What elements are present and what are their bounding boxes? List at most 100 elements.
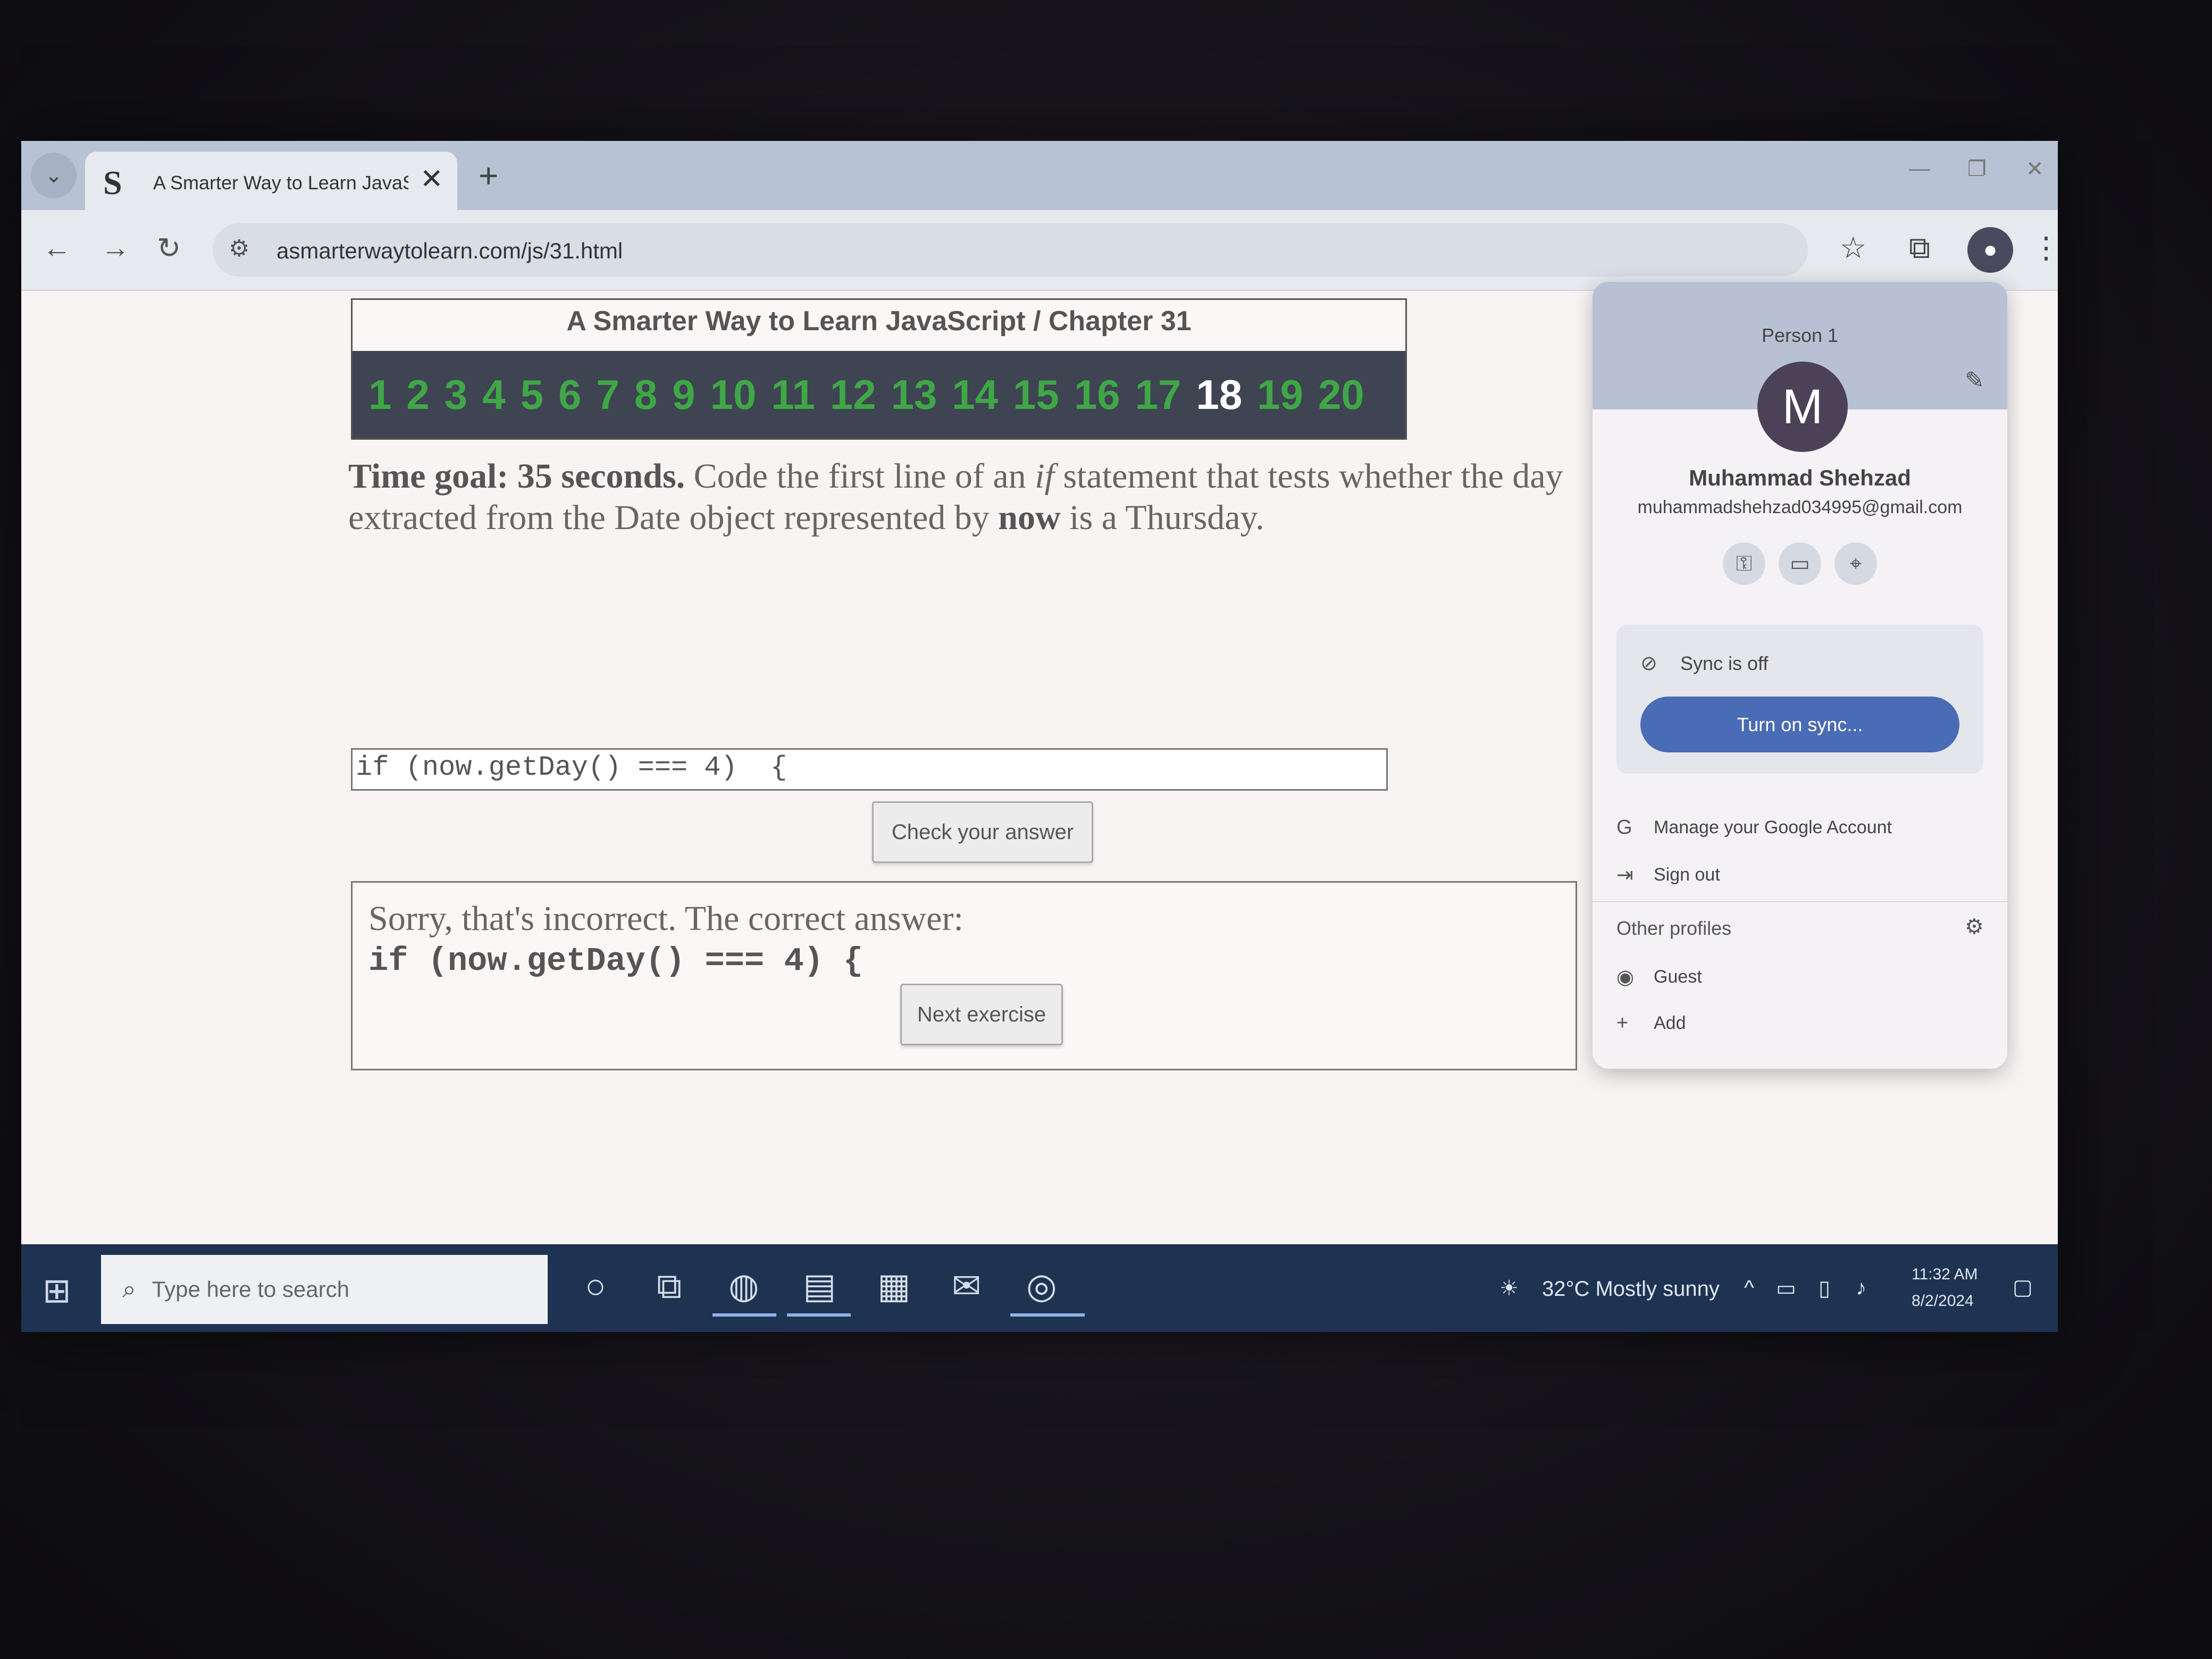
- back-icon[interactable]: ←: [43, 231, 71, 264]
- sign-out-icon: ⇥: [1616, 864, 1633, 886]
- answer-input[interactable]: if (now.getDay() === 4) {: [351, 748, 1388, 791]
- chapter-link-2[interactable]: 2: [406, 371, 429, 419]
- windows-start-icon[interactable]: ⊞: [43, 1271, 71, 1311]
- tab-search-button[interactable]: ⌄: [31, 153, 77, 198]
- more-menu-icon[interactable]: ⋮: [2031, 230, 2058, 265]
- volume-icon[interactable]: ♪: [1856, 1276, 1866, 1300]
- manage-account-item[interactable]: G Manage your Google Account: [1616, 816, 1892, 839]
- cortana-icon[interactable]: ○: [585, 1266, 606, 1306]
- tab-strip: ⌄ S A Smarter Way to Learn JavaScr ✕ + —…: [21, 141, 2058, 210]
- avatar-icon: ●: [1983, 237, 1998, 263]
- profile-name: Muhammad Shehzad: [1689, 465, 1911, 490]
- tab-favicon: S: [103, 164, 122, 202]
- reload-icon[interactable]: ↻: [157, 231, 181, 265]
- chapter-navigation: 1 2 3 4 5 6 7 8 9 10 11 12 13 14 15 16 17 18 19 20: [353, 351, 1405, 438]
- chapter-link-5[interactable]: 5: [521, 371, 543, 419]
- chapter-link-10[interactable]: 10: [710, 371, 757, 419]
- forward-icon[interactable]: →: [101, 231, 130, 264]
- explorer-active-indicator: [787, 1313, 851, 1317]
- extensions-icon[interactable]: ⧉: [1909, 230, 1930, 266]
- taskbar-search-box[interactable]: ⌕ Type here to search: [101, 1255, 548, 1324]
- close-tab-icon[interactable]: ✕: [420, 163, 443, 195]
- windows-taskbar: ⊞ ⌕ Type here to search ○ ⧉ ◍ ▤ ▦ ✉ ◎ ☀ …: [21, 1244, 2058, 1332]
- address-pin-icon[interactable]: ⌖: [1834, 542, 1877, 585]
- edit-profile-icon[interactable]: ✎: [1965, 367, 1984, 394]
- google-g-icon: G: [1616, 816, 1632, 839]
- exercise-question: Time goal: 35 seconds. Code the first li…: [348, 456, 1571, 539]
- chapter-link-12[interactable]: 12: [830, 371, 876, 419]
- address-bar[interactable]: ⚙ asmarterwaytolearn.com/js/31.html: [213, 223, 1808, 276]
- payment-card-icon[interactable]: ▭: [1779, 542, 1821, 585]
- window-close-icon[interactable]: ✕: [2026, 157, 2044, 181]
- weather-text[interactable]: 32°C Mostly sunny: [1542, 1277, 1720, 1301]
- browser-tab[interactable]: S A Smarter Way to Learn JavaScr ✕: [85, 152, 457, 210]
- mail-icon[interactable]: ✉: [952, 1266, 981, 1306]
- chapter-link-8[interactable]: 8: [634, 371, 657, 419]
- check-answer-button[interactable]: Check your answer: [872, 801, 1093, 863]
- passwords-icon[interactable]: ⚿: [1723, 542, 1765, 585]
- chrome-active-indicator: [1010, 1313, 1085, 1317]
- guest-icon: ◉: [1616, 966, 1635, 988]
- tray-chevron-up-icon[interactable]: ^: [1744, 1276, 1754, 1300]
- file-explorer-icon[interactable]: ▤: [803, 1266, 836, 1306]
- chapter-link-11[interactable]: 11: [771, 371, 815, 419]
- clock-date[interactable]: 8/2/2024: [1912, 1292, 1974, 1310]
- chapter-link-6[interactable]: 6: [558, 371, 581, 419]
- next-exercise-button[interactable]: Next exercise: [900, 984, 1063, 1045]
- chapter-link-19[interactable]: 19: [1257, 371, 1303, 419]
- browser-toolbar: ← → ↻ ⚙ asmarterwaytolearn.com/js/31.htm…: [21, 210, 2058, 291]
- battery-icon[interactable]: ▯: [1819, 1276, 1830, 1301]
- book-header: A Smarter Way to Learn JavaScript / Chap…: [351, 298, 1407, 440]
- chapter-link-9[interactable]: 9: [672, 371, 695, 419]
- add-profile-item[interactable]: + Add: [1616, 1012, 1686, 1035]
- manage-account-label: Manage your Google Account: [1654, 817, 1892, 837]
- clock-time[interactable]: 11:32 AM: [1912, 1266, 1978, 1284]
- chapter-link-17[interactable]: 17: [1135, 371, 1182, 419]
- profile-avatar-button[interactable]: ●: [1967, 227, 2013, 273]
- question-if-word: if: [1035, 457, 1054, 496]
- edge-browser-icon[interactable]: ◍: [728, 1266, 759, 1306]
- task-view-icon[interactable]: ⧉: [657, 1266, 682, 1308]
- chapter-link-13[interactable]: 13: [891, 371, 937, 419]
- chapter-link-15[interactable]: 15: [1013, 371, 1059, 419]
- chapter-link-4[interactable]: 4: [482, 371, 505, 419]
- sync-off-icon: ⊘: [1640, 652, 1657, 675]
- feedback-message: Sorry, that's incorrect. The correct ans…: [368, 899, 963, 938]
- chapter-link-16[interactable]: 16: [1074, 371, 1120, 419]
- guest-profile-item[interactable]: ◉ Guest: [1616, 965, 1702, 989]
- guest-label: Guest: [1654, 967, 1702, 987]
- profile-email: muhammadshehzad034995@gmail.com: [1637, 497, 1963, 517]
- bookmark-star-icon[interactable]: ☆: [1840, 230, 1866, 265]
- chrome-icon[interactable]: ◎: [1026, 1266, 1057, 1306]
- book-title: A Smarter Way to Learn JavaScript / Chap…: [566, 306, 1192, 337]
- chapter-link-1[interactable]: 1: [368, 371, 391, 419]
- weather-icon[interactable]: ☀: [1499, 1276, 1519, 1301]
- search-placeholder: Type here to search: [152, 1277, 349, 1302]
- chapter-link-18[interactable]: 18: [1196, 371, 1242, 419]
- restore-icon[interactable]: ❐: [1967, 157, 1987, 181]
- add-label: Add: [1654, 1013, 1686, 1033]
- chapter-link-3[interactable]: 3: [445, 371, 467, 419]
- sync-status: Sync is off: [1680, 652, 1769, 674]
- site-info-icon[interactable]: ⚙: [229, 235, 249, 262]
- chapter-link-14[interactable]: 14: [952, 371, 998, 419]
- search-icon: ⌕: [122, 1275, 136, 1303]
- correct-answer-code: if (now.getDay() === 4) {: [368, 942, 864, 980]
- minimize-icon[interactable]: —: [1909, 157, 1930, 181]
- store-icon[interactable]: ▦: [877, 1266, 910, 1306]
- profile-menu: Person 1 M ✎ Muhammad Shehzad muhammadsh…: [1593, 282, 2007, 1069]
- sign-out-item[interactable]: ⇥ Sign out: [1616, 863, 1720, 887]
- edge-active-indicator: [713, 1313, 776, 1317]
- action-center-icon[interactable]: ▢: [2013, 1275, 2033, 1300]
- sync-card: ⊘ Sync is off Turn on sync...: [1616, 625, 1983, 774]
- new-tab-icon[interactable]: +: [479, 156, 498, 195]
- monitor-screen: ⌄ S A Smarter Way to Learn JavaScr ✕ + —…: [21, 141, 2058, 1332]
- other-profiles-heading: Other profiles: [1616, 917, 1732, 939]
- chapter-link-20[interactable]: 20: [1318, 371, 1364, 419]
- url-text[interactable]: asmarterwaytolearn.com/js/31.html: [276, 238, 623, 264]
- manage-profiles-gear-icon[interactable]: ⚙: [1965, 915, 1984, 939]
- turn-on-sync-button[interactable]: Turn on sync...: [1640, 697, 1959, 752]
- chapter-link-7[interactable]: 7: [596, 371, 619, 419]
- network-icon[interactable]: ▭: [1776, 1276, 1796, 1301]
- person-label: Person 1: [1761, 324, 1839, 346]
